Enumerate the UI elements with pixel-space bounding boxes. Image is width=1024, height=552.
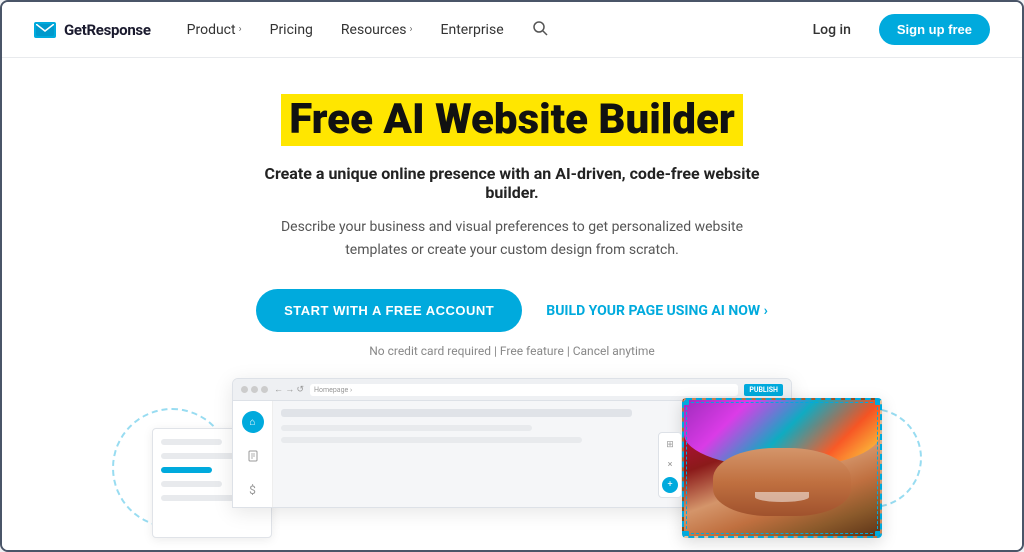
chevron-down-icon: › (410, 24, 413, 35)
logo-text: GetResponse (64, 21, 151, 39)
disclaimer-text: No credit card required | Free feature |… (369, 344, 655, 358)
logo-icon (34, 22, 56, 38)
mock-line (161, 495, 243, 501)
close-icon: × (662, 457, 678, 473)
hero-title: Free AI Website Builder (281, 94, 743, 146)
home-icon: ⌂ (242, 411, 264, 433)
add-icon: + (662, 477, 678, 493)
build-ai-link[interactable]: BUILD YOUR PAGE USING AI NOW › (546, 303, 768, 319)
nav-item-enterprise[interactable]: Enterprise (441, 22, 504, 38)
chevron-down-icon: › (239, 24, 242, 35)
mock-line (161, 481, 222, 487)
dot (261, 386, 268, 393)
mock-line (161, 467, 212, 473)
face (713, 448, 850, 516)
smile (755, 492, 810, 502)
dot (251, 386, 258, 393)
dollar-icon: $ (242, 479, 264, 501)
mock-line (161, 439, 222, 445)
nav-item-product[interactable]: Product › (187, 22, 242, 38)
nav-item-resources[interactable]: Resources › (341, 22, 413, 38)
dot (241, 386, 248, 393)
selection-handle (684, 400, 689, 405)
selection-handle (875, 400, 880, 405)
selection-handle (875, 531, 880, 536)
mock-toolbar-right: ⊞ × + (658, 432, 682, 498)
window-dots (241, 386, 268, 393)
mock-right-panel (682, 398, 882, 538)
cta-row: START WITH A FREE ACCOUNT BUILD YOUR PAG… (256, 289, 768, 332)
hero-description: Describe your business and visual prefer… (272, 216, 752, 261)
grid-icon: ⊞ (662, 437, 678, 453)
navbar: GetResponse Product › Pricing Resources … (2, 2, 1022, 58)
logo[interactable]: GetResponse (34, 21, 151, 39)
mock-sidebar: ⌂ $ (233, 401, 273, 507)
search-icon[interactable] (532, 20, 548, 40)
nav-item-pricing[interactable]: Pricing (270, 22, 313, 38)
publish-button: PUBLISH (744, 384, 783, 396)
nav-arrows-icon: ← → ↺ (274, 384, 304, 395)
person-image (684, 400, 880, 536)
selection-handle (684, 531, 689, 536)
product-preview: ← → ↺ Homepage › PUBLISH ⌂ (122, 378, 902, 538)
signup-button[interactable]: Sign up free (879, 14, 990, 45)
hero-subtitle: Create a unique online presence with an … (252, 164, 772, 202)
url-bar: Homepage › (310, 384, 738, 396)
file-icon (242, 445, 264, 467)
hero-section: Free AI Website Builder Create a unique … (2, 58, 1022, 550)
login-button[interactable]: Log in (813, 22, 851, 38)
browser-frame: GetResponse Product › Pricing Resources … (0, 0, 1024, 552)
mock-line (161, 453, 243, 459)
start-free-button[interactable]: START WITH A FREE ACCOUNT (256, 289, 522, 332)
